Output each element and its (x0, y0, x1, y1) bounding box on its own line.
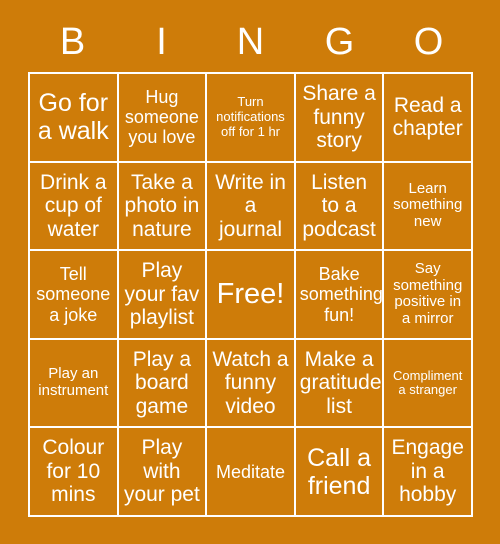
bingo-cell-o1[interactable]: Read a chapter (384, 74, 473, 163)
bingo-cell-o2[interactable]: Learn something new (384, 162, 473, 252)
bingo-cell-label: Share a funny story (302, 82, 376, 153)
bingo-cell-label: Turn notifications off for 1 hr (216, 94, 285, 139)
bingo-cell-i3[interactable]: Play your fav playlist (118, 251, 208, 340)
bingo-header-letter-o: O (413, 21, 444, 63)
bingo-cell-label: Hug someone you love (124, 87, 199, 148)
bingo-cell-n1[interactable]: Turn notifications off for 1 hr (207, 74, 296, 163)
bingo-header-letter-i: I (156, 21, 167, 63)
bingo-cell-b4[interactable]: Play an instrument (30, 339, 119, 429)
bingo-free-label: Free! (216, 278, 285, 311)
bingo-header-letter-g: G (324, 21, 355, 63)
bingo-cell-n2[interactable]: Write in a journal (207, 162, 296, 252)
bingo-cell-o3[interactable]: Say something positive in a mirror (384, 251, 473, 340)
bingo-header: B I N G O (28, 14, 473, 70)
bingo-cell-b1[interactable]: Go for a walk (30, 74, 119, 163)
bingo-cell-label: Listen to a podcast (302, 170, 376, 241)
bingo-cell-label: Go for a walk (37, 89, 109, 146)
bingo-header-letter-n: N (236, 21, 265, 63)
bingo-cell-g5[interactable]: Call a friend (295, 428, 385, 517)
bingo-header-letter-b: B (59, 21, 86, 63)
bingo-cell-b2[interactable]: Drink a cup of water (30, 162, 119, 252)
bingo-cell-g4[interactable]: Make a gratitude list (295, 339, 385, 429)
bingo-cell-label: Play a board game (132, 347, 192, 418)
bingo-cell-label: Bake something fun! (299, 264, 383, 325)
bingo-cell-label: Call a friend (307, 443, 372, 500)
bingo-cell-label: Colour for 10 mins (42, 436, 105, 507)
bingo-cell-label: Play an instrument (38, 365, 109, 400)
bingo-card: B I N G O Go for a walk Hug someone you … (0, 0, 500, 544)
bingo-cell-b3[interactable]: Tell someone a joke (30, 251, 119, 340)
bingo-cell-label: Compliment a stranger (393, 367, 463, 398)
bingo-cell-label: Read a chapter (392, 93, 463, 141)
bingo-cell-free-space[interactable]: Free! (207, 251, 296, 340)
bingo-cell-label: Watch a funny video (212, 347, 289, 418)
bingo-cell-label: Meditate (215, 461, 286, 482)
bingo-cell-g2[interactable]: Listen to a podcast (295, 162, 385, 252)
bingo-cell-label: Tell someone a joke (36, 264, 111, 325)
bingo-cell-label: Write in a journal (215, 170, 286, 241)
bingo-cell-i1[interactable]: Hug someone you love (118, 74, 208, 163)
bingo-cell-label: Take a photo in nature (124, 170, 200, 241)
bingo-cell-b5[interactable]: Colour for 10 mins (30, 428, 119, 517)
bingo-cell-label: Say something positive in a mirror (393, 259, 463, 328)
bingo-grid: Go for a walk Hug someone you love Turn … (28, 72, 473, 517)
bingo-cell-i2[interactable]: Take a photo in nature (118, 162, 208, 252)
bingo-cell-label: Play your fav playlist (124, 259, 200, 330)
bingo-cell-label: Make a gratitude list (299, 347, 382, 418)
bingo-cell-o5[interactable]: Engage in a hobby (384, 428, 473, 517)
bingo-cell-label: Play with your pet (123, 436, 200, 507)
bingo-cell-n4[interactable]: Watch a funny video (207, 339, 296, 429)
bingo-cell-label: Learn something new (393, 179, 463, 231)
bingo-cell-label: Drink a cup of water (40, 170, 107, 241)
bingo-cell-o4[interactable]: Compliment a stranger (384, 339, 473, 429)
bingo-cell-i5[interactable]: Play with your pet (118, 428, 208, 517)
bingo-cell-g1[interactable]: Share a funny story (295, 74, 385, 163)
bingo-cell-i4[interactable]: Play a board game (118, 339, 208, 429)
bingo-cell-n5[interactable]: Meditate (207, 428, 296, 517)
bingo-cell-g3[interactable]: Bake something fun! (295, 251, 385, 340)
bingo-cell-label: Engage in a hobby (391, 436, 464, 507)
